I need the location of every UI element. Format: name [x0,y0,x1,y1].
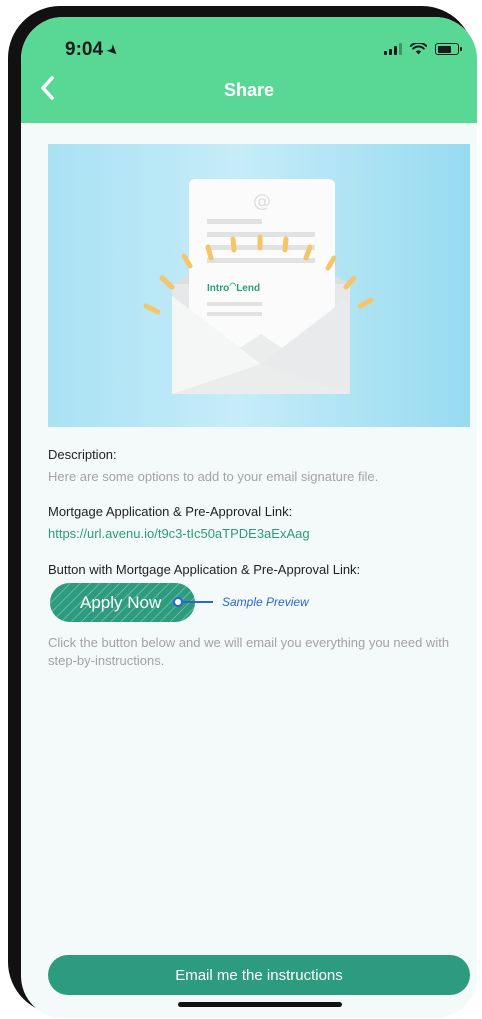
email-illustration: @ Intro◠Lend [48,144,470,427]
home-indicator[interactable] [178,1002,342,1007]
cellular-signal-icon [384,43,402,55]
wifi-icon [410,43,427,55]
page-title: Share [223,80,275,100]
description-label: Description: [48,447,117,462]
status-icons [384,43,462,55]
sample-preview-label: Sample Preview [222,595,309,609]
status-time-text: 9:04 [65,39,104,60]
screen: 9:04 ➤ Share @ Intro◠Lend Description: H… [21,17,477,1018]
link-section-label: Mortgage Application & Pre-Approval Link… [48,504,293,519]
instructions-help-text: Click the button below and we will email… [48,635,450,668]
application-link[interactable]: https://url.avenu.io/t9c3-tIc50aTPDE3aEx… [48,526,310,541]
preview-pointer-line [183,601,213,603]
email-instructions-label: Email me the instructions [175,966,343,984]
description-text: Here are some options to add to your ema… [48,469,379,484]
battery-icon [435,43,462,55]
apply-now-label: Apply Now [80,592,162,612]
status-time: 9:04 ➤ [65,39,123,61]
envelope-illustration-icon: @ Intro◠Lend [143,179,374,394]
svg-text:@: @ [253,191,271,212]
header-bar: 9:04 ➤ Share [21,17,477,123]
phone-frame: 9:04 ➤ Share @ Intro◠Lend Description: H… [8,6,477,1018]
button-section-label: Button with Mortgage Application & Pre-A… [48,562,361,577]
preview-pointer-dot [173,597,183,607]
email-instructions-button[interactable]: Email me the instructions [48,955,470,995]
location-icon: ➤ [103,39,124,60]
